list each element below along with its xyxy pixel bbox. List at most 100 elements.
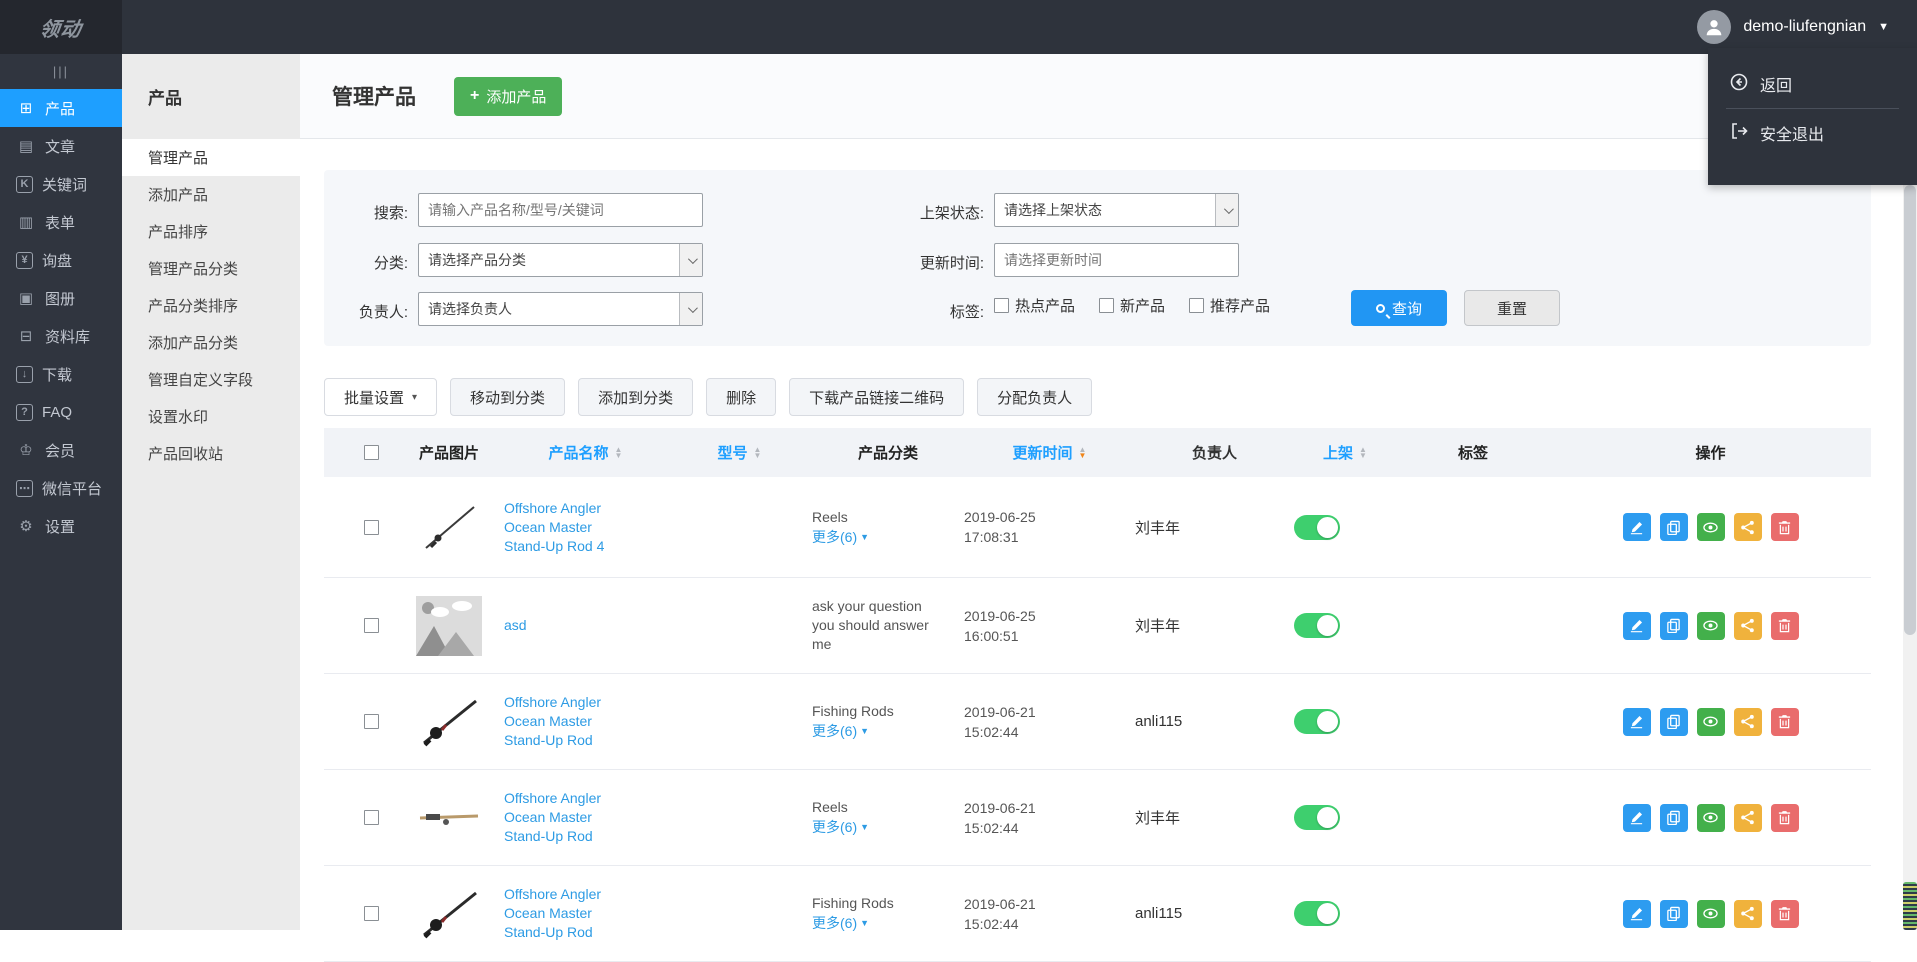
row-checkbox[interactable]: [364, 714, 379, 729]
sidebar-item-inquiry[interactable]: ¥询盘: [0, 241, 122, 279]
sidebar-item-keyword[interactable]: K关键词: [0, 165, 122, 203]
add-product-button[interactable]: + 添加产品: [454, 77, 562, 116]
sidebar-item-library[interactable]: ⊟资料库: [0, 317, 122, 355]
sidebar-item-settings[interactable]: ⚙设置: [0, 507, 122, 545]
bulk-action-button[interactable]: 移动到分类: [450, 378, 565, 416]
sidebar-item-album[interactable]: ▣图册: [0, 279, 122, 317]
delete-button[interactable]: [1771, 900, 1799, 928]
edit-button[interactable]: [1623, 804, 1651, 832]
copy-button[interactable]: [1660, 900, 1688, 928]
edit-button[interactable]: [1623, 612, 1651, 640]
delete-button[interactable]: [1771, 513, 1799, 541]
tag-checkbox[interactable]: [1099, 298, 1114, 313]
submenu-item[interactable]: 管理产品: [122, 139, 300, 176]
menu-item-logout[interactable]: 安全退出: [1708, 111, 1917, 155]
tag-checkbox[interactable]: [994, 298, 1009, 313]
share-button[interactable]: [1734, 513, 1762, 541]
column-header[interactable]: 型号▲▼: [667, 442, 812, 463]
publish-toggle[interactable]: [1294, 805, 1340, 830]
select-all-checkbox[interactable]: [364, 445, 379, 460]
submenu-item[interactable]: 添加产品: [122, 176, 300, 213]
category-more-link[interactable]: 更多(6)▼: [812, 913, 964, 933]
column-header[interactable]: 上架▲▼: [1294, 442, 1396, 463]
row-checkbox[interactable]: [364, 906, 379, 921]
submenu-item[interactable]: 设置水印: [122, 398, 300, 435]
sidebar-item-wechat[interactable]: ⋯微信平台: [0, 469, 122, 507]
sidebar-item-member[interactable]: ♔会员: [0, 431, 122, 469]
delete-button[interactable]: [1771, 708, 1799, 736]
search-input[interactable]: [428, 202, 702, 218]
product-name-link[interactable]: Offshore AnglerOcean MasterStand-Up Rod: [504, 693, 667, 750]
user-menu-trigger[interactable]: demo-liufengnian ▼: [1697, 10, 1917, 44]
row-checkbox[interactable]: [364, 810, 379, 825]
category-more-link[interactable]: 更多(6)▼: [812, 817, 964, 837]
edit-button[interactable]: [1623, 513, 1651, 541]
submenu-item[interactable]: 管理自定义字段: [122, 361, 300, 398]
submenu-item[interactable]: 产品回收站: [122, 435, 300, 472]
query-button[interactable]: 查询: [1351, 290, 1447, 326]
preview-button[interactable]: [1697, 612, 1725, 640]
copy-button[interactable]: [1660, 513, 1688, 541]
app-logo[interactable]: 领动: [0, 0, 122, 54]
sort-icon[interactable]: ▲▼: [1079, 447, 1087, 459]
bulk-action-button[interactable]: 下载产品链接二维码: [789, 378, 964, 416]
copy-button[interactable]: [1660, 612, 1688, 640]
copy-button[interactable]: [1660, 804, 1688, 832]
status-select[interactable]: 请选择上架状态: [994, 193, 1239, 227]
share-button[interactable]: [1734, 708, 1762, 736]
tag-option[interactable]: 热点产品: [994, 295, 1075, 316]
update-time-input[interactable]: [1004, 252, 1238, 268]
sort-icon[interactable]: ▲▼: [1359, 447, 1367, 459]
sort-icon[interactable]: ▲▼: [754, 447, 762, 459]
category-more-link[interactable]: 更多(6)▼: [812, 721, 964, 741]
product-name-link[interactable]: Offshore AnglerOcean MasterStand-Up Rod: [504, 885, 667, 942]
sidebar-item-form[interactable]: ▥表单: [0, 203, 122, 241]
share-button[interactable]: [1734, 612, 1762, 640]
product-image-rod-flat[interactable]: [416, 793, 482, 843]
menu-item-back[interactable]: 返回: [1708, 62, 1917, 106]
row-checkbox[interactable]: [364, 520, 379, 535]
preview-button[interactable]: [1697, 708, 1725, 736]
copy-button[interactable]: [1660, 708, 1688, 736]
preview-button[interactable]: [1697, 804, 1725, 832]
product-name-link[interactable]: asd: [504, 616, 667, 635]
share-button[interactable]: [1734, 900, 1762, 928]
bulk-action-button[interactable]: 分配负责人: [977, 378, 1092, 416]
publish-toggle[interactable]: [1294, 901, 1340, 926]
page-scrollbar-track[interactable]: [1903, 54, 1917, 930]
product-image-rod-thin[interactable]: [416, 502, 482, 552]
edit-button[interactable]: [1623, 900, 1651, 928]
share-button[interactable]: [1734, 804, 1762, 832]
category-select[interactable]: 请选择产品分类: [418, 243, 703, 277]
product-image-rod-reel[interactable]: [416, 889, 482, 939]
column-header[interactable]: 更新时间▲▼: [964, 442, 1135, 463]
tag-checkbox[interactable]: [1189, 298, 1204, 313]
submenu-item[interactable]: 添加产品分类: [122, 324, 300, 361]
sidebar-item-article[interactable]: ▤文章: [0, 127, 122, 165]
sidebar-item-download[interactable]: ↓下载: [0, 355, 122, 393]
edit-button[interactable]: [1623, 708, 1651, 736]
delete-button[interactable]: [1771, 804, 1799, 832]
publish-toggle[interactable]: [1294, 613, 1340, 638]
sidebar-collapse-button[interactable]: |||: [0, 54, 122, 89]
product-image-rod-reel[interactable]: [416, 697, 482, 747]
column-header[interactable]: 产品名称▲▼: [504, 442, 667, 463]
sidebar-item-faq[interactable]: ?FAQ: [0, 393, 122, 431]
reset-button[interactable]: 重置: [1464, 290, 1560, 326]
preview-button[interactable]: [1697, 900, 1725, 928]
delete-button[interactable]: [1771, 612, 1799, 640]
product-image-placeholder[interactable]: [416, 601, 482, 651]
row-checkbox[interactable]: [364, 618, 379, 633]
submenu-item[interactable]: 产品排序: [122, 213, 300, 250]
product-name-link[interactable]: Offshore AnglerOcean MasterStand-Up Rod …: [504, 499, 667, 556]
preview-button[interactable]: [1697, 513, 1725, 541]
publish-toggle[interactable]: [1294, 515, 1340, 540]
bulk-action-button[interactable]: 添加到分类: [578, 378, 693, 416]
tag-option[interactable]: 新产品: [1099, 295, 1165, 316]
product-name-link[interactable]: Offshore AnglerOcean MasterStand-Up Rod: [504, 789, 667, 846]
bulk-action-button[interactable]: 批量设置▾: [324, 378, 437, 416]
sort-icon[interactable]: ▲▼: [615, 447, 623, 459]
tag-option[interactable]: 推荐产品: [1189, 295, 1270, 316]
page-scrollbar-thumb[interactable]: [1904, 185, 1916, 635]
sidebar-item-grid[interactable]: ⊞产品: [0, 89, 122, 127]
